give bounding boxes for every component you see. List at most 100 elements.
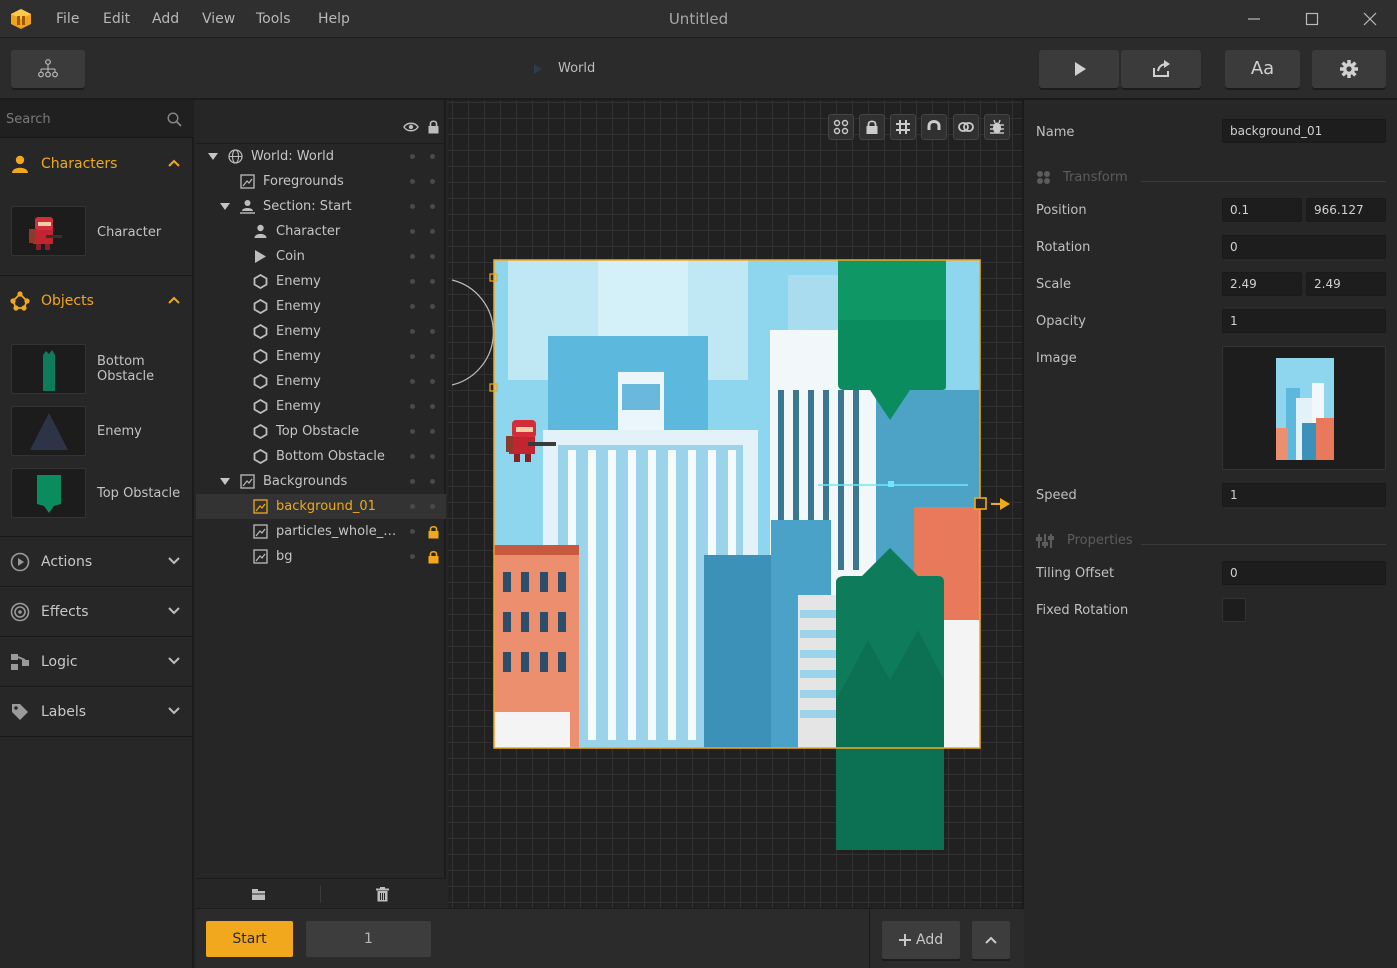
menu-edit[interactable]: Edit	[103, 0, 130, 38]
lock-dot[interactable]	[430, 479, 435, 484]
position-x-field[interactable]: 0.1	[1222, 198, 1302, 222]
lock-icon[interactable]	[427, 525, 440, 539]
lock-dot[interactable]	[430, 179, 435, 184]
tiling-offset-field[interactable]: 0	[1222, 561, 1386, 585]
tree-row-top-obstacle[interactable]: Top Obstacle	[196, 419, 446, 444]
position-y-field[interactable]: 966.127	[1306, 198, 1386, 222]
lock-dot[interactable]	[430, 229, 435, 234]
menu-file[interactable]: File	[56, 0, 79, 38]
lock-icon[interactable]	[427, 550, 440, 564]
visibility-eye-icon[interactable]	[403, 121, 419, 133]
bottom-obstacle-thumbnail[interactable]	[11, 344, 86, 394]
scale-y-field[interactable]: 2.49	[1306, 272, 1386, 296]
visibility-dot[interactable]	[410, 529, 415, 534]
visibility-dot[interactable]	[410, 554, 415, 559]
expand-triangle-icon[interactable]	[208, 153, 218, 161]
lock-dot[interactable]	[430, 279, 435, 284]
visibility-dot[interactable]	[410, 204, 415, 209]
tree-row-backgrounds[interactable]: Backgrounds	[196, 469, 446, 494]
font-button[interactable]: Aa	[1225, 50, 1300, 88]
visibility-dot[interactable]	[410, 429, 415, 434]
minimize-button[interactable]	[1226, 0, 1282, 38]
visibility-dot[interactable]	[410, 329, 415, 334]
expand-triangle-icon[interactable]	[220, 478, 230, 486]
expand-triangle-icon[interactable]	[220, 203, 230, 211]
add-section-button[interactable]: Add	[882, 921, 960, 959]
tree-row-enemy[interactable]: Enemy	[196, 344, 446, 369]
enemy-thumbnail[interactable]	[11, 406, 86, 456]
menu-view[interactable]: View	[202, 0, 235, 38]
visibility-dot[interactable]	[410, 379, 415, 384]
hierarchy-toggle-button[interactable]	[11, 50, 85, 88]
scene-canvas[interactable]	[448, 100, 1024, 908]
folder-icon[interactable]	[251, 887, 266, 901]
visibility-dot[interactable]	[410, 354, 415, 359]
lock-dot[interactable]	[430, 254, 435, 259]
lock-dot[interactable]	[430, 379, 435, 384]
opacity-field[interactable]: 1	[1222, 309, 1386, 333]
settings-button[interactable]	[1312, 50, 1386, 88]
tree-row-bg[interactable]: bg	[196, 544, 446, 569]
visibility-dot[interactable]	[410, 454, 415, 459]
trash-icon[interactable]	[376, 887, 389, 902]
tree-row-background-01[interactable]: background_01	[196, 494, 446, 519]
search-input[interactable]	[6, 108, 156, 130]
play-button[interactable]	[1039, 50, 1119, 88]
lock-dot[interactable]	[430, 154, 435, 159]
name-field[interactable]: background_01	[1222, 119, 1386, 143]
visibility-dot[interactable]	[410, 504, 415, 509]
lock-dot[interactable]	[430, 404, 435, 409]
menu-add[interactable]: Add	[152, 0, 179, 38]
tree-row-enemy[interactable]: Enemy	[196, 319, 446, 344]
category-labels[interactable]: Labels	[0, 687, 194, 737]
visibility-dot[interactable]	[410, 304, 415, 309]
search-icon[interactable]	[167, 112, 182, 127]
maximize-button[interactable]	[1284, 0, 1340, 38]
visibility-dot[interactable]	[410, 279, 415, 284]
lock-dot[interactable]	[430, 329, 435, 334]
lock-dot[interactable]	[430, 304, 435, 309]
category-characters[interactable]: Characters	[0, 139, 194, 189]
tree-row-foregrounds[interactable]: Foregrounds	[196, 169, 446, 194]
expand-sections-button[interactable]	[972, 921, 1010, 959]
tree-row-world[interactable]: World: World	[196, 144, 446, 169]
category-effects[interactable]: Effects	[0, 587, 194, 637]
menu-tools[interactable]: Tools	[256, 0, 291, 38]
rotation-field[interactable]: 0	[1222, 235, 1386, 259]
visibility-dot[interactable]	[410, 229, 415, 234]
speed-field[interactable]: 1	[1222, 483, 1386, 507]
category-logic[interactable]: Logic	[0, 637, 194, 687]
visibility-dot[interactable]	[410, 154, 415, 159]
tree-row-enemy[interactable]: Enemy	[196, 394, 446, 419]
visibility-dot[interactable]	[410, 404, 415, 409]
tree-row-character[interactable]: Character	[196, 219, 446, 244]
share-button[interactable]	[1121, 50, 1201, 88]
tree-row-particles[interactable]: particles_whole_…	[196, 519, 446, 544]
tree-row-section-start[interactable]: Section: Start	[196, 194, 446, 219]
lock-dot[interactable]	[430, 429, 435, 434]
lock-dot[interactable]	[430, 354, 435, 359]
category-objects[interactable]: Objects	[0, 276, 194, 326]
visibility-dot[interactable]	[410, 179, 415, 184]
lock-dot[interactable]	[430, 454, 435, 459]
tree-row-enemy[interactable]: Enemy	[196, 369, 446, 394]
tree-row-enemy[interactable]: Enemy	[196, 294, 446, 319]
visibility-dot[interactable]	[410, 479, 415, 484]
tree-row-coin[interactable]: Coin	[196, 244, 446, 269]
top-obstacle-thumbnail[interactable]	[11, 468, 86, 518]
fixed-rotation-checkbox[interactable]	[1222, 598, 1246, 622]
lock-dot[interactable]	[430, 504, 435, 509]
tree-row-bottom-obstacle[interactable]: Bottom Obstacle	[196, 444, 446, 469]
scale-x-field[interactable]: 2.49	[1222, 272, 1302, 296]
lock-dot[interactable]	[430, 204, 435, 209]
close-button[interactable]	[1342, 0, 1397, 38]
image-picker[interactable]	[1222, 346, 1386, 470]
menu-help[interactable]: Help	[318, 0, 350, 38]
section-number-button[interactable]: 1	[306, 921, 431, 957]
category-actions[interactable]: Actions	[0, 537, 194, 587]
section-start-button[interactable]: Start	[206, 921, 293, 957]
character-thumbnail[interactable]	[11, 206, 86, 256]
lock-icon[interactable]	[427, 119, 440, 134]
visibility-dot[interactable]	[410, 254, 415, 259]
tree-row-enemy[interactable]: Enemy	[196, 269, 446, 294]
